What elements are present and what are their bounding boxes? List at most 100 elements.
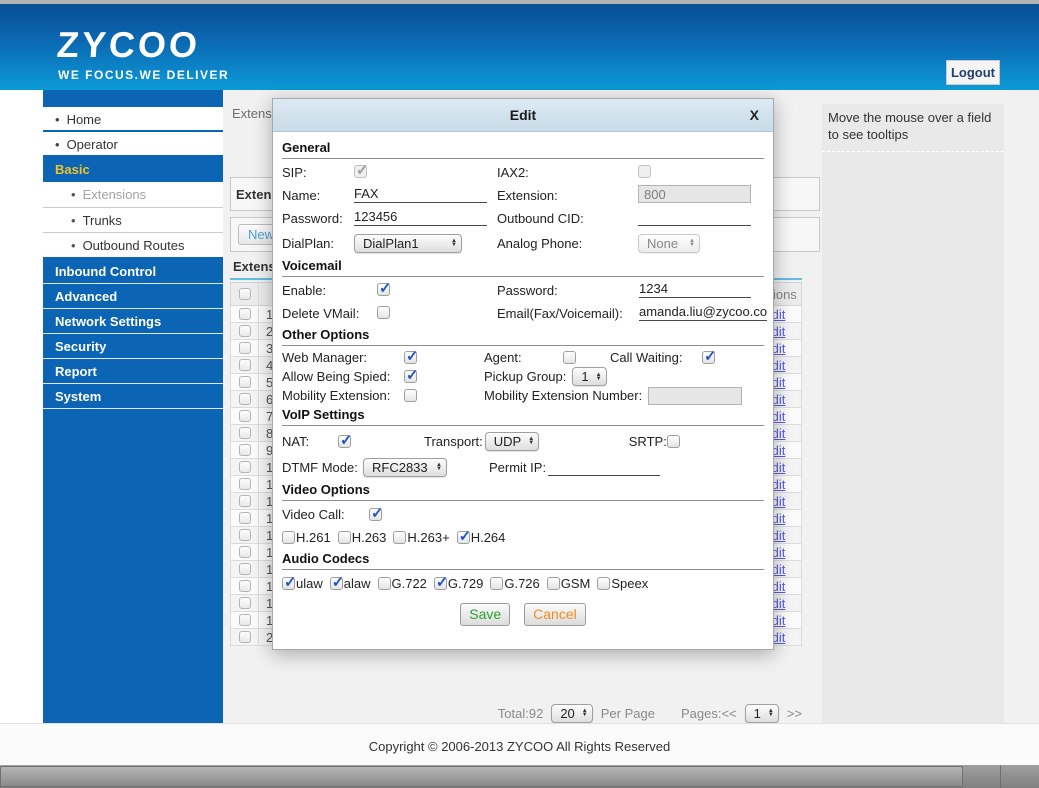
sidebar-item-inbound-control[interactable]: Inbound Control	[43, 259, 223, 284]
web-manager-checkbox[interactable]	[404, 347, 419, 365]
srtp-checkbox[interactable]	[666, 434, 680, 448]
h264-checkbox[interactable]	[456, 527, 471, 545]
sidebar-item-security[interactable]: Security	[43, 334, 223, 359]
allow-spied-checkbox[interactable]	[404, 366, 419, 384]
sidebar-item-trunks[interactable]: • Trunks	[43, 207, 223, 232]
section-other-options: Other Options	[282, 325, 764, 346]
vm-password-input[interactable]: 1234	[639, 281, 751, 298]
logo-tagline: WE FOCUS.WE DELIVER	[58, 68, 230, 82]
row-checkbox[interactable]	[238, 495, 251, 507]
ulaw-checkbox[interactable]	[282, 573, 297, 591]
h263plus-checkbox[interactable]	[393, 531, 407, 544]
row-checkbox[interactable]	[238, 546, 251, 558]
row-checkbox[interactable]	[238, 427, 251, 439]
sidebar-item-operator[interactable]: • Operator	[43, 132, 223, 157]
row-checkbox[interactable]	[238, 631, 251, 643]
sidebar-item-system[interactable]: System	[43, 384, 223, 409]
vm-enable-checkbox[interactable]	[377, 279, 392, 297]
logout-button[interactable]: Logout	[946, 60, 1000, 85]
sip-checkbox[interactable]	[354, 161, 369, 179]
g729-label: G.729	[447, 576, 484, 591]
bullet-icon: •	[71, 213, 76, 228]
per-page-label: Per Page	[600, 705, 655, 721]
mobility-num-input[interactable]	[648, 386, 743, 405]
scrollbar-thumb[interactable]	[0, 766, 963, 787]
vm-password-label: Password:	[497, 283, 558, 298]
agent-label: Agent:	[484, 350, 522, 365]
per-page-select[interactable]: 20 ▲ ▼	[551, 703, 593, 723]
row-checkbox[interactable]	[238, 580, 251, 592]
agent-checkbox[interactable]	[563, 351, 576, 364]
row-checkbox[interactable]	[238, 393, 251, 405]
g726-checkbox[interactable]	[490, 577, 504, 590]
row-checkbox[interactable]	[238, 342, 251, 354]
save-button[interactable]: Save	[460, 603, 511, 626]
horizontal-scrollbar[interactable]	[0, 765, 1039, 788]
row-checkbox[interactable]	[238, 308, 251, 320]
select-all-checkbox[interactable]	[238, 288, 251, 300]
h263-label: H.263	[351, 530, 387, 545]
delete-vmail-checkbox[interactable]	[377, 305, 390, 319]
web-manager-label: Web Manager:	[282, 350, 368, 365]
email-input[interactable]: amanda.liu@zycoo.com	[639, 304, 767, 321]
sidebar-item-report[interactable]: Report	[43, 359, 223, 384]
pickup-group-select[interactable]: 1 ▲ ▼	[572, 367, 607, 386]
row-checkbox[interactable]	[238, 478, 251, 490]
g729-checkbox[interactable]	[433, 573, 448, 591]
video-call-checkbox[interactable]	[369, 504, 384, 522]
sidebar-item-basic[interactable]: Basic	[43, 157, 223, 182]
prev-page-link[interactable]: <<	[721, 706, 736, 721]
sidebar-item-home[interactable]: • Home	[43, 107, 223, 132]
stepper-icon: ▲ ▼	[581, 708, 588, 718]
row-checkbox[interactable]	[238, 325, 251, 337]
dialog-header: Edit X	[273, 99, 773, 132]
cancel-button[interactable]: Cancel	[524, 603, 586, 626]
row-checkbox[interactable]	[238, 376, 251, 388]
row-checkbox[interactable]	[238, 444, 251, 456]
email-label: Email(Fax/Voicemail):	[497, 306, 623, 321]
password-input[interactable]: 123456	[354, 209, 487, 226]
dtmf-select[interactable]: RFC2833 ▲ ▼	[363, 457, 447, 477]
mobility-ext-checkbox[interactable]	[404, 389, 417, 402]
section-general: General	[282, 138, 764, 159]
next-page-link[interactable]: >>	[787, 706, 802, 721]
row-checkbox[interactable]	[238, 512, 251, 524]
h263-checkbox[interactable]	[337, 531, 351, 544]
permit-ip-input[interactable]	[548, 459, 661, 476]
nat-checkbox[interactable]	[338, 431, 353, 449]
row-checkbox[interactable]	[238, 529, 251, 541]
close-icon[interactable]: X	[750, 107, 759, 123]
transport-select[interactable]: UDP ▲ ▼	[484, 431, 539, 451]
row-checkbox[interactable]	[238, 563, 251, 575]
iax2-checkbox[interactable]	[638, 164, 651, 178]
row-checkbox[interactable]	[238, 614, 251, 626]
sidebar-item-extensions[interactable]: • Extensions	[43, 182, 223, 207]
outbound-cid-input[interactable]	[638, 209, 751, 226]
bullet-icon: •	[71, 238, 76, 253]
sidebar-item-network-settings[interactable]: Network Settings	[43, 309, 223, 334]
call-waiting-checkbox[interactable]	[702, 347, 717, 365]
name-input[interactable]: FAX	[354, 186, 487, 203]
page-select[interactable]: 1 ▲ ▼	[744, 703, 779, 723]
dialplan-select[interactable]: DialPlan1 ▲ ▼	[354, 233, 462, 253]
call-waiting-label: Call Waiting:	[610, 350, 683, 365]
speex-checkbox[interactable]	[597, 577, 611, 590]
pickup-group-label: Pickup Group:	[484, 369, 567, 384]
g722-checkbox[interactable]	[377, 577, 391, 590]
bullet-icon: •	[55, 137, 60, 152]
row-checkbox[interactable]	[238, 597, 251, 609]
row-checkbox[interactable]	[238, 359, 251, 371]
analog-phone-select[interactable]: None ▲ ▼	[638, 233, 700, 253]
sidebar-item-advanced[interactable]: Advanced	[43, 284, 223, 309]
row-checkbox[interactable]	[238, 410, 251, 422]
sip-label: SIP:	[282, 165, 307, 180]
dtmf-label: DTMF Mode:	[282, 459, 358, 475]
row-checkbox[interactable]	[238, 461, 251, 473]
gsm-checkbox[interactable]	[546, 577, 560, 590]
h261-checkbox[interactable]	[282, 531, 295, 544]
sidebar-subgroup-basic: • Extensions • Trunks • Outbound Routes	[43, 182, 223, 259]
extension-input[interactable]: 800	[638, 185, 751, 203]
alaw-checkbox[interactable]	[329, 573, 344, 591]
vm-enable-label: Enable:	[282, 283, 327, 298]
sidebar-item-outbound-routes[interactable]: • Outbound Routes	[43, 232, 223, 257]
